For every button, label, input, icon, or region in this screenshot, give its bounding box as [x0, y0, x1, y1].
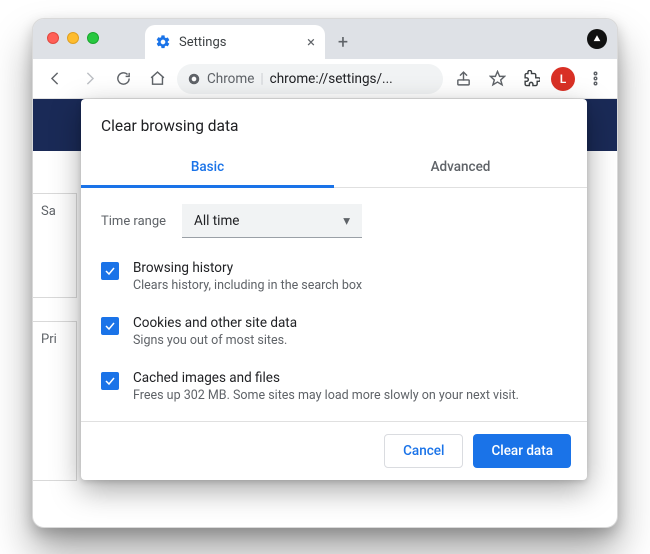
tab-basic[interactable]: Basic — [81, 149, 334, 187]
gear-icon — [155, 34, 171, 50]
tab-title: Settings — [179, 35, 299, 50]
window-minimize-button[interactable] — [67, 32, 79, 44]
bookmark-button[interactable] — [483, 65, 511, 93]
clear-browsing-data-dialog: Clear browsing data Basic Advanced Time … — [81, 99, 587, 480]
item-title: Browsing history — [133, 260, 362, 278]
time-range-select[interactable]: All time ▾ — [182, 204, 362, 238]
chevron-down-icon: ▾ — [343, 213, 350, 229]
bg-panel2-text: Pri — [41, 332, 57, 347]
list-item: Browsing history Clears history, includi… — [93, 250, 575, 305]
dialog-footer: Cancel Clear data — [81, 421, 587, 480]
item-desc: Clears history, including in the search … — [133, 278, 362, 295]
window-controls — [47, 32, 99, 44]
tab-advanced[interactable]: Advanced — [334, 149, 587, 187]
clear-data-button[interactable]: Clear data — [473, 434, 571, 468]
window-maximize-button[interactable] — [87, 32, 99, 44]
omnibox-label: Chrome — [207, 71, 254, 87]
cancel-button[interactable]: Cancel — [384, 434, 463, 468]
tab-close-icon[interactable]: × — [307, 35, 315, 50]
chrome-icon — [187, 72, 201, 86]
incognito-indicator-icon[interactable] — [587, 29, 607, 49]
titlebar: Settings × + — [33, 19, 617, 59]
checkbox-cookies[interactable] — [101, 317, 119, 335]
extensions-button[interactable] — [517, 65, 545, 93]
bg-panel1-text: Sa — [41, 204, 56, 219]
time-range-value: All time — [194, 213, 239, 229]
dialog-tabs: Basic Advanced — [81, 149, 587, 188]
background-panel-2: Pri — [33, 321, 77, 481]
browser-window: Settings × + Chrome | chrome://settings/… — [32, 18, 618, 528]
toolbar: Chrome | chrome://settings/... L — [33, 59, 617, 99]
profile-avatar[interactable]: L — [551, 67, 575, 91]
new-tab-button[interactable]: + — [329, 28, 357, 56]
forward-button[interactable] — [75, 65, 103, 93]
page-area: Sa Pri Clear browsing data Basic Advance… — [33, 99, 617, 527]
time-range-row: Time range All time ▾ — [81, 188, 587, 246]
item-title: Cookies and other site data — [133, 315, 297, 333]
checkbox-browsing-history[interactable] — [101, 262, 119, 280]
home-button[interactable] — [143, 65, 171, 93]
reload-button[interactable] — [109, 65, 137, 93]
item-desc: Frees up 302 MB. Some sites may load mor… — [133, 388, 519, 405]
item-title: Cached images and files — [133, 370, 519, 388]
browser-tab[interactable]: Settings × — [145, 25, 325, 59]
back-button[interactable] — [41, 65, 69, 93]
omnibox-separator: | — [260, 71, 263, 87]
item-desc: Signs you out of most sites. — [133, 333, 297, 350]
omnibox[interactable]: Chrome | chrome://settings/... — [177, 64, 443, 94]
checkbox-list: Browsing history Clears history, includi… — [81, 246, 587, 421]
share-button[interactable] — [449, 65, 477, 93]
list-item: Cookies and other site data Signs you ou… — [93, 305, 575, 360]
avatar-letter: L — [560, 72, 567, 86]
time-range-label: Time range — [101, 214, 166, 229]
dialog-title: Clear browsing data — [81, 99, 587, 149]
menu-button[interactable] — [581, 65, 609, 93]
list-item: Cached images and files Frees up 302 MB.… — [93, 360, 575, 415]
window-close-button[interactable] — [47, 32, 59, 44]
omnibox-url: chrome://settings/... — [270, 71, 393, 87]
checkbox-cache[interactable] — [101, 372, 119, 390]
background-panel-1: Sa — [33, 193, 77, 298]
